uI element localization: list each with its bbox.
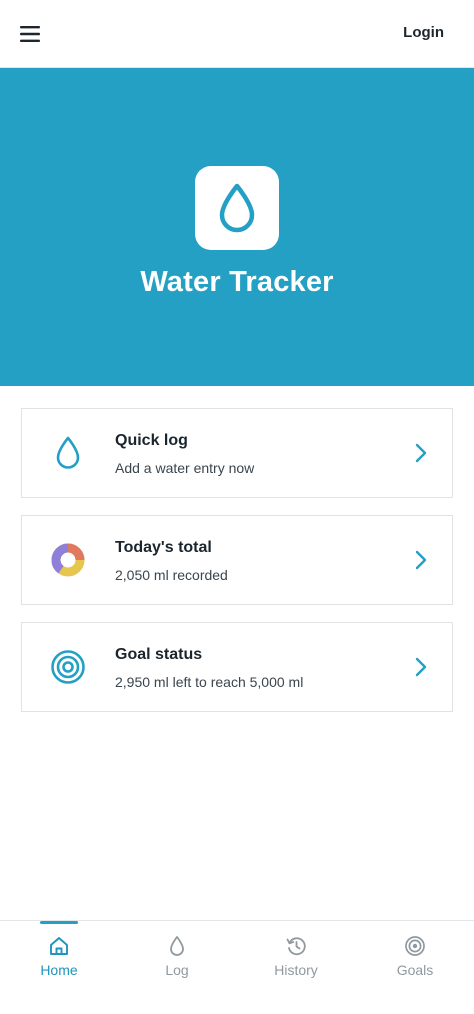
card-subtitle: 2,950 ml left to reach 5,000 ml [115, 674, 304, 690]
nav-log[interactable]: Log [118, 921, 236, 1014]
chevron-right-icon [415, 657, 427, 677]
todays-total-card[interactable]: Today's total 2,050 ml recorded [21, 515, 453, 605]
card-title: Quick log [115, 432, 188, 449]
water-drop-icon [219, 183, 255, 233]
nav-goals[interactable]: Goals [356, 921, 474, 1014]
hero-banner: Water Tracker [0, 68, 474, 386]
top-bar: Login [0, 0, 474, 68]
login-link[interactable]: Login [403, 24, 444, 41]
card-subtitle: 2,050 ml recorded [115, 567, 228, 583]
card-subtitle: Add a water entry now [115, 460, 255, 476]
water-drop-icon [48, 431, 88, 475]
chevron-right-icon [415, 443, 427, 463]
nav-label: Home [40, 962, 78, 978]
nav-label: Goals [396, 962, 434, 978]
nav-history[interactable]: History [237, 921, 355, 1014]
home-icon [48, 935, 70, 957]
goal-status-card[interactable]: Goal status 2,950 ml left to reach 5,000… [21, 622, 453, 712]
chevron-right-icon [415, 550, 427, 570]
history-icon [285, 935, 307, 957]
card-title: Today's total [115, 539, 212, 556]
nav-home[interactable]: Home [0, 921, 118, 1014]
nav-label: Log [165, 962, 189, 978]
card-title: Goal status [115, 646, 203, 663]
bottom-nav: Home Log History Goals [0, 920, 474, 1014]
donut-chart-icon [48, 538, 88, 582]
hamburger-menu-icon[interactable] [12, 16, 48, 52]
quick-log-card[interactable]: Quick log Add a water entry now [21, 408, 453, 498]
target-icon [404, 935, 426, 957]
target-icon [48, 645, 88, 689]
active-tab-indicator [40, 921, 78, 924]
app-title: Water Tracker [140, 266, 334, 298]
water-drop-icon [166, 935, 188, 957]
app-logo [195, 166, 279, 250]
nav-label: History [274, 962, 318, 978]
